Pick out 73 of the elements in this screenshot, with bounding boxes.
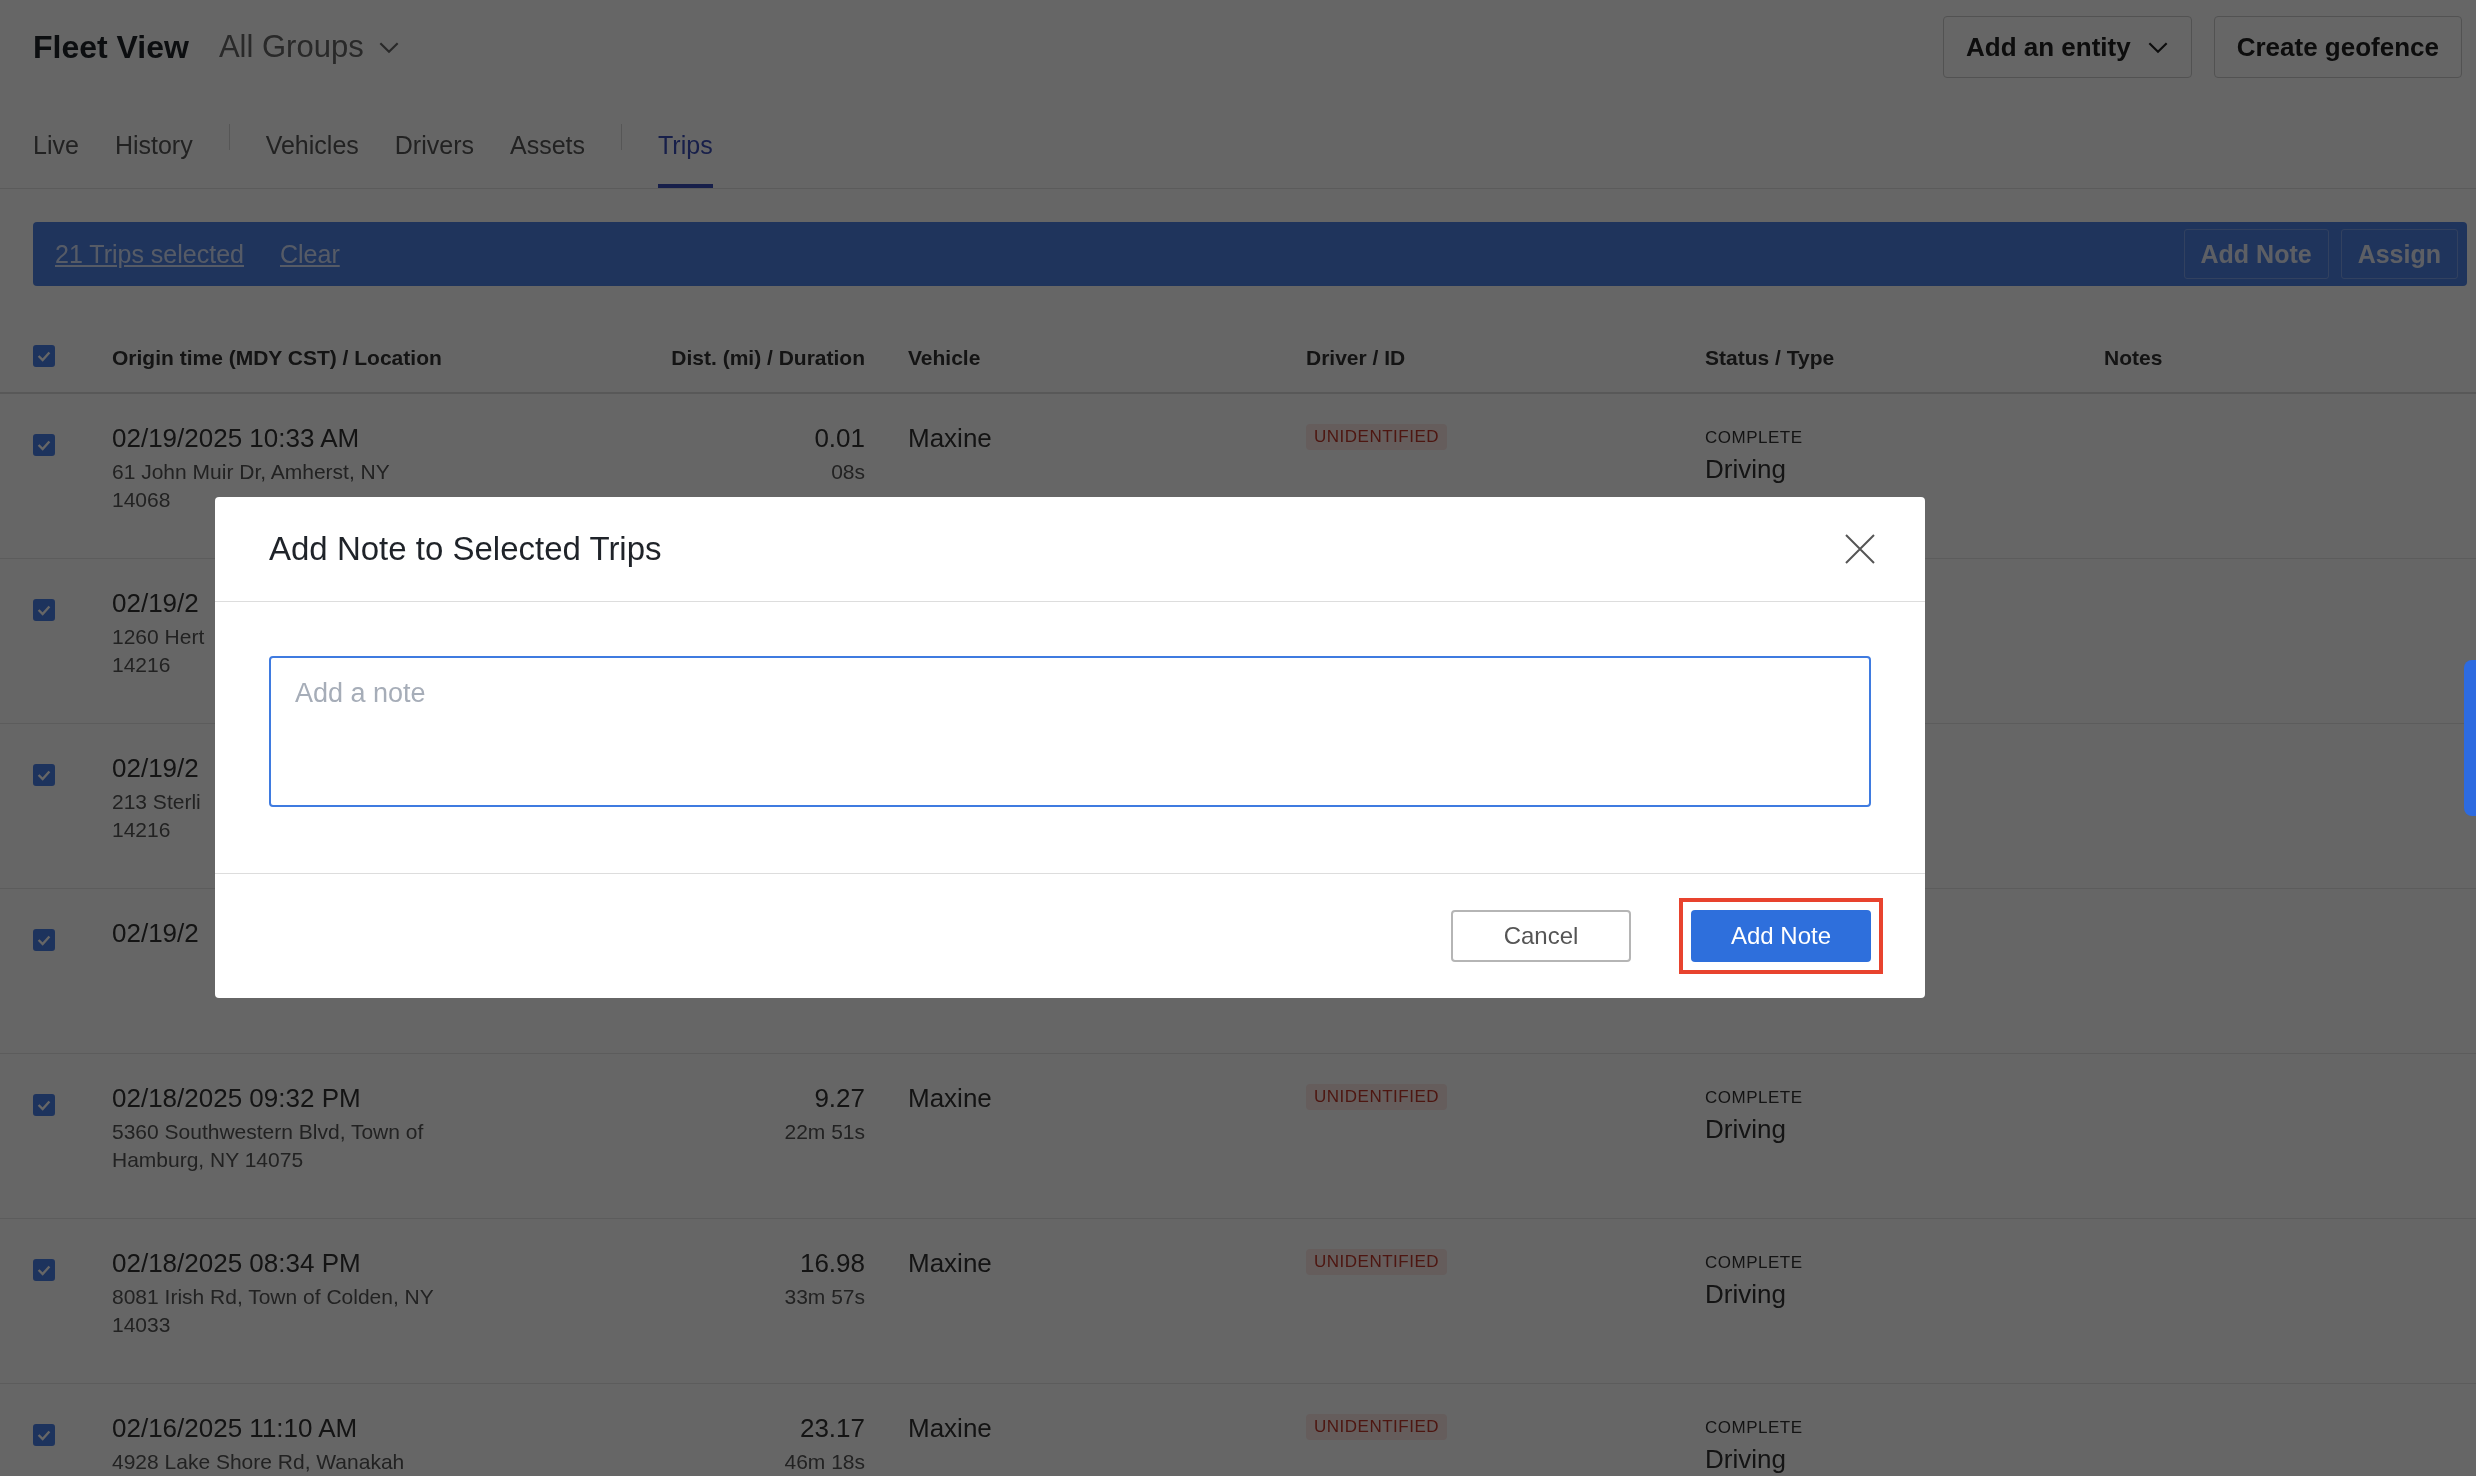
header-button[interactable]: Create geofence: [2213, 16, 2462, 78]
nav-tab[interactable]: History: [114, 96, 193, 188]
checkbox[interactable]: [33, 599, 55, 621]
location-text: 213 Sterli: [112, 789, 201, 815]
trip-type: Driving: [1705, 1443, 1786, 1476]
origin-time: 02/19/2: [112, 752, 199, 785]
primary-button[interactable]: Add Note: [1691, 910, 1871, 962]
group-selector[interactable]: All Groups: [218, 29, 400, 65]
distance: 16.98: [799, 1247, 865, 1280]
dropdown-button[interactable]: Add an entity: [1943, 16, 2192, 78]
driver-badge: UNIDENTIFIED: [1306, 1249, 1447, 1275]
location-text: 61 John Muir Dr, Amherst, NY: [112, 459, 390, 485]
column-header: Notes: [2104, 346, 2164, 370]
checkbox[interactable]: [33, 929, 55, 951]
location-text: 14216: [112, 817, 171, 843]
distance: 0.01: [814, 422, 865, 455]
checkbox[interactable]: [33, 1094, 55, 1116]
trip-type: Driving: [1705, 1278, 1786, 1311]
note-field[interactable]: Add a note: [269, 656, 1871, 807]
duration: 33m 57s: [784, 1284, 865, 1310]
location-text: 8081 Irish Rd, Town of Colden, NY: [112, 1284, 434, 1310]
column-header: Status / Type: [1705, 346, 1836, 370]
dialog-title: Add Note to Selected Trips: [269, 530, 662, 568]
duration: 08s: [831, 459, 865, 485]
checkbox[interactable]: [33, 764, 55, 786]
trip-status: COMPLETE: [1705, 1252, 1803, 1274]
origin-time: 02/18/2025 09:32 PM: [112, 1082, 361, 1115]
vehicle-name: Maxine: [908, 1412, 992, 1445]
close-icon[interactable]: [1845, 534, 1875, 564]
column-header: Origin time (MDY CST) / Location: [112, 346, 443, 370]
distance: 9.27: [814, 1082, 865, 1115]
column-header: Dist. (mi) / Duration: [670, 346, 865, 370]
driver-badge: UNIDENTIFIED: [1306, 1084, 1447, 1110]
checkbox[interactable]: [33, 1424, 55, 1446]
location-text: Hamburg, NY 14075: [112, 1147, 304, 1173]
trip-status: COMPLETE: [1705, 1087, 1803, 1109]
nav-tab[interactable]: Live: [33, 96, 79, 188]
origin-time: 02/19/2: [112, 587, 199, 620]
nav-tab[interactable]: Drivers: [394, 96, 474, 188]
cancel-button[interactable]: Cancel: [1451, 910, 1631, 962]
nav-tab[interactable]: Trips: [658, 96, 713, 188]
column-header: Vehicle: [907, 346, 982, 370]
checkbox[interactable]: [33, 1259, 55, 1281]
location-text: 1260 Hert: [112, 624, 205, 650]
nav-tab[interactable]: Vehicles: [265, 96, 359, 188]
checkbox[interactable]: [33, 434, 55, 456]
location-text: 4928 Lake Shore Rd, Wanakah: [112, 1449, 405, 1475]
vehicle-name: Maxine: [908, 1082, 992, 1115]
driver-badge: UNIDENTIFIED: [1306, 424, 1447, 450]
trip-type: Driving: [1705, 1113, 1786, 1146]
chevron-down-icon: [377, 40, 400, 54]
duration: 22m 51s: [784, 1119, 865, 1145]
origin-time: 02/19/2: [112, 917, 199, 950]
location-text: 14216: [112, 652, 171, 678]
location-text: 14068: [112, 487, 171, 513]
vehicle-name: Maxine: [908, 1247, 992, 1280]
app-title: Fleet View: [33, 28, 189, 66]
checkbox[interactable]: [33, 345, 55, 367]
origin-time: 02/18/2025 08:34 PM: [112, 1247, 361, 1280]
column-header: Driver / ID: [1306, 346, 1407, 370]
chevron-down-icon: [2146, 40, 2169, 54]
location-text: 14033: [112, 1312, 171, 1338]
duration: 46m 18s: [784, 1449, 865, 1475]
trip-type: Driving: [1705, 453, 1786, 486]
trip-status: COMPLETE: [1705, 427, 1803, 449]
location-text: 5360 Southwestern Blvd, Town of: [112, 1119, 424, 1145]
trip-status: COMPLETE: [1705, 1417, 1803, 1439]
driver-badge: UNIDENTIFIED: [1306, 1414, 1447, 1440]
vehicle-name: Maxine: [908, 422, 992, 455]
origin-time: 02/16/2025 11:10 AM: [112, 1412, 358, 1445]
nav-tab[interactable]: Assets: [509, 96, 585, 188]
origin-time: 02/19/2025 10:33 AM: [112, 422, 360, 455]
distance: 23.17: [799, 1412, 865, 1445]
